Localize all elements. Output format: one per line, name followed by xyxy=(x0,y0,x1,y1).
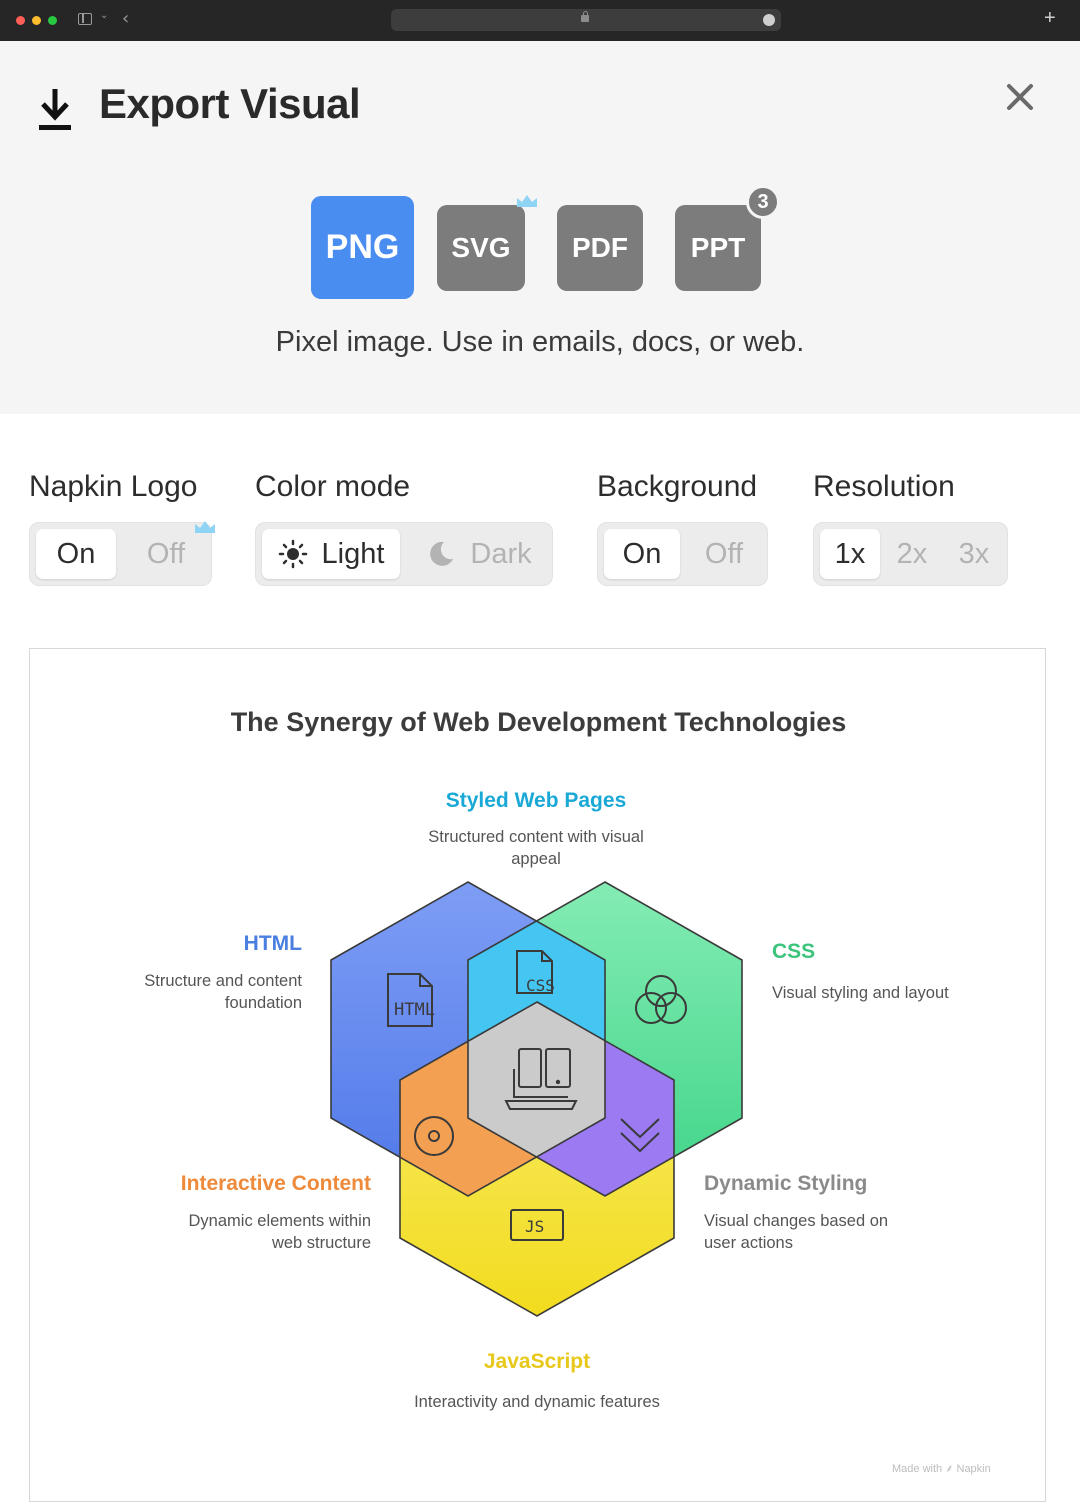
close-icon[interactable] xyxy=(1003,80,1037,114)
interactive-content-desc-1: Dynamic elements within xyxy=(188,1212,371,1230)
resolution-2x-option[interactable]: 2x xyxy=(882,529,942,579)
css-icon-text: CSS xyxy=(526,976,555,995)
logo-off-option[interactable]: Off xyxy=(126,529,206,579)
dark-mode-label: Dark xyxy=(470,537,532,570)
resolution-label: Resolution xyxy=(813,470,955,503)
dynamic-styling-desc-1: Visual changes based on xyxy=(704,1212,889,1230)
styled-web-pages-title: Styled Web Pages xyxy=(445,789,627,812)
chevron-down-icon[interactable]: ⌄ xyxy=(100,10,108,21)
background-on-option[interactable]: On xyxy=(604,529,680,579)
napkin-logo-label: Napkin Logo xyxy=(29,470,198,503)
html-icon-text: HTML xyxy=(394,1000,435,1020)
resolution-3x-option[interactable]: 3x xyxy=(944,529,1004,579)
diagram-title: The Synergy of Web Development Technolog… xyxy=(230,707,847,737)
window-zoom-dot[interactable] xyxy=(48,16,57,25)
visual-preview: HTML CSS JS The Synergy of Web Developme… xyxy=(29,648,1046,1502)
resolution-toggle: 1x 2x 3x xyxy=(813,522,1008,586)
dynamic-styling-desc-2: user actions xyxy=(704,1234,793,1252)
light-mode-label: Light xyxy=(321,537,385,570)
css-desc: Visual styling and layout xyxy=(772,984,949,1002)
styled-web-pages-desc-1: Structured content with visual xyxy=(428,828,644,846)
download-icon xyxy=(39,89,71,130)
background-label: Background xyxy=(597,470,758,503)
moon-icon xyxy=(430,541,454,566)
resolution-1x-option[interactable]: 1x xyxy=(820,529,880,579)
color-mode-label: Color mode xyxy=(255,470,411,503)
format-pdf-button[interactable]: PDF xyxy=(557,205,643,291)
html-title: HTML xyxy=(243,932,302,955)
window-close-dot[interactable] xyxy=(16,16,25,25)
format-png-button[interactable]: PNG xyxy=(311,196,414,299)
hexagon-diagram: HTML CSS JS xyxy=(330,881,743,1317)
interactive-content-title: Interactive Content xyxy=(180,1172,371,1195)
styled-web-pages-desc-2: appeal xyxy=(511,850,561,868)
html-desc-1: Structure and content xyxy=(144,972,302,990)
crown-icon xyxy=(195,521,215,533)
lock-icon xyxy=(581,11,589,22)
css-title: CSS xyxy=(772,940,816,963)
back-icon[interactable]: ‹ xyxy=(122,8,129,29)
window-minimize-dot[interactable] xyxy=(32,16,41,25)
crown-icon xyxy=(517,195,537,207)
html-desc-2: foundation xyxy=(224,994,302,1012)
background-toggle: On Off xyxy=(597,522,768,586)
napkin-logo-toggle: On Off xyxy=(29,522,212,586)
new-tab-icon[interactable]: + xyxy=(1044,8,1056,28)
javascript-desc: Interactivity and dynamic features xyxy=(414,1393,660,1411)
more-options-icon[interactable] xyxy=(763,14,775,26)
dynamic-styling-title: Dynamic Styling xyxy=(704,1172,868,1195)
dark-mode-option[interactable]: Dark xyxy=(410,529,548,579)
background-off-option[interactable]: Off xyxy=(686,529,762,579)
browser-toolbar: ⌄ ‹ + xyxy=(0,0,1080,41)
sun-icon xyxy=(278,539,307,569)
format-description: Pixel image. Use in emails, docs, or web… xyxy=(275,326,805,358)
ppt-count-badge: 3 xyxy=(746,185,780,219)
format-ppt-button[interactable]: PPT xyxy=(675,205,761,291)
format-svg-button[interactable]: SVG xyxy=(437,205,525,291)
color-mode-toggle: Light Dark xyxy=(255,522,553,586)
logo-on-option[interactable]: On xyxy=(36,529,116,579)
sidebar-toggle-icon[interactable] xyxy=(78,13,92,25)
address-bar[interactable] xyxy=(391,9,781,31)
light-mode-option[interactable]: Light xyxy=(262,529,400,579)
napkin-credit: Made with ⸙ Napkin xyxy=(892,1463,991,1475)
js-icon-text: JS xyxy=(525,1217,544,1236)
interactive-content-desc-2: web structure xyxy=(271,1234,371,1252)
dialog-title: Export Visual xyxy=(99,80,361,127)
javascript-title: JavaScript xyxy=(483,1350,591,1373)
